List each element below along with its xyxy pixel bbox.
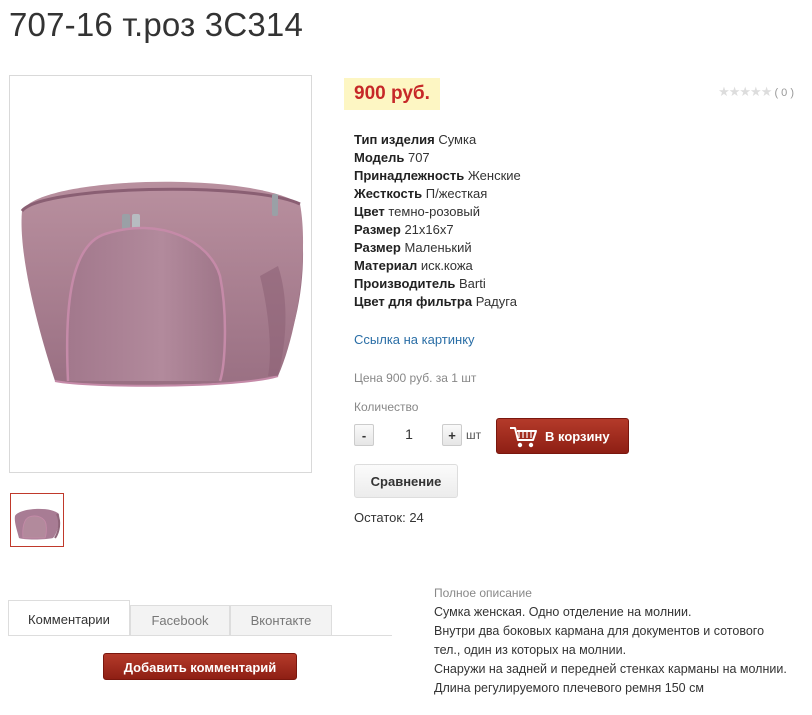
quantity-label: Количество: [354, 400, 419, 414]
spec-value: Женские: [467, 168, 521, 183]
spec-label: Материал: [354, 258, 418, 273]
description-line: Длина регулируемого плечевого ремня 150 …: [434, 681, 704, 695]
add-comment-button[interactable]: Добавить комментарий: [103, 653, 297, 680]
tab-comments[interactable]: Комментарии: [8, 600, 130, 636]
quantity-unit: шт: [466, 428, 482, 442]
spec-value: 707: [407, 150, 430, 165]
spec-value: Маленький: [404, 240, 472, 255]
spec-label: Модель: [354, 150, 405, 165]
thumbnail-bag-icon: [14, 508, 61, 540]
rating[interactable]: ★★★★★ ( 0 ): [718, 84, 794, 100]
description-line: Сумка женская. Одно отделение на молнии.: [434, 605, 692, 619]
rating-count: ( 0 ): [774, 87, 794, 99]
price-per-unit: Цена 900 руб. за 1 шт: [354, 371, 477, 385]
spec-row: Материал иск.кожа: [354, 257, 521, 275]
add-to-cart-button[interactable]: В корзину: [496, 418, 629, 454]
spec-row: Размер Маленький: [354, 239, 521, 257]
spec-label: Цвет для фильтра: [354, 294, 473, 309]
add-to-cart-label: В корзину: [545, 429, 610, 444]
spec-label: Тип изделия: [354, 132, 435, 147]
compare-button[interactable]: Сравнение: [354, 464, 458, 498]
product-main-image[interactable]: [9, 75, 312, 473]
spec-row: Размер 21x16x7: [354, 221, 521, 239]
cart-icon: [510, 427, 537, 448]
tabs-divider: [8, 635, 392, 636]
spec-row: Цвет для фильтра Радуга: [354, 293, 521, 311]
description-line: Внутри два боковых кармана для документо…: [434, 624, 765, 638]
quantity-input[interactable]: 1: [382, 426, 436, 442]
spec-label: Размер: [354, 240, 401, 255]
spec-label: Размер: [354, 222, 401, 237]
price-badge: 900 руб.: [344, 78, 440, 110]
product-description: Сумка женская. Одно отделение на молнии.…: [434, 603, 808, 698]
spec-value: Радуга: [475, 294, 517, 309]
spec-value: Сумка: [438, 132, 477, 147]
rating-stars-icon[interactable]: ★★★★★: [718, 84, 772, 99]
quantity-increase-button[interactable]: +: [442, 424, 462, 446]
spec-row: Тип изделия Сумка: [354, 131, 521, 149]
spec-value: темно-розовый: [388, 204, 480, 219]
spec-label: Принадлежность: [354, 168, 465, 183]
spec-label: Цвет: [354, 204, 385, 219]
spec-label: Производитель: [354, 276, 456, 291]
spec-value: П/жесткая: [425, 186, 488, 201]
spec-row: Производитель Barti: [354, 275, 521, 293]
spec-label: Жесткость: [354, 186, 423, 201]
description-line: Снаружи на задней и передней стенках кар…: [434, 662, 787, 676]
quantity-decrease-button[interactable]: -: [354, 424, 374, 446]
product-specs: Тип изделия Сумка Модель 707 Принадлежно…: [354, 131, 521, 311]
spec-value: 21x16x7: [404, 222, 454, 237]
tab-vkontakte[interactable]: Вконтакте: [230, 605, 332, 635]
tab-facebook[interactable]: Facebook: [130, 605, 230, 635]
spec-row: Принадлежность Женские: [354, 167, 521, 185]
image-link[interactable]: Ссылка на картинку: [354, 332, 475, 347]
spec-value: иск.кожа: [420, 258, 473, 273]
product-title: 707-16 т.роз 3С314: [9, 6, 304, 43]
bag-illustration: [20, 181, 304, 387]
spec-row: Цвет темно-розовый: [354, 203, 521, 221]
spec-row: Жесткость П/жесткая: [354, 185, 521, 203]
stock-status: Остаток: 24: [354, 510, 424, 525]
spec-value: Barti: [458, 276, 486, 291]
spec-row: Модель 707: [354, 149, 521, 167]
product-thumbnail[interactable]: [10, 493, 64, 547]
description-title: Полное описание: [434, 586, 532, 600]
description-line: тел., один из которых на молнии.: [434, 643, 627, 657]
